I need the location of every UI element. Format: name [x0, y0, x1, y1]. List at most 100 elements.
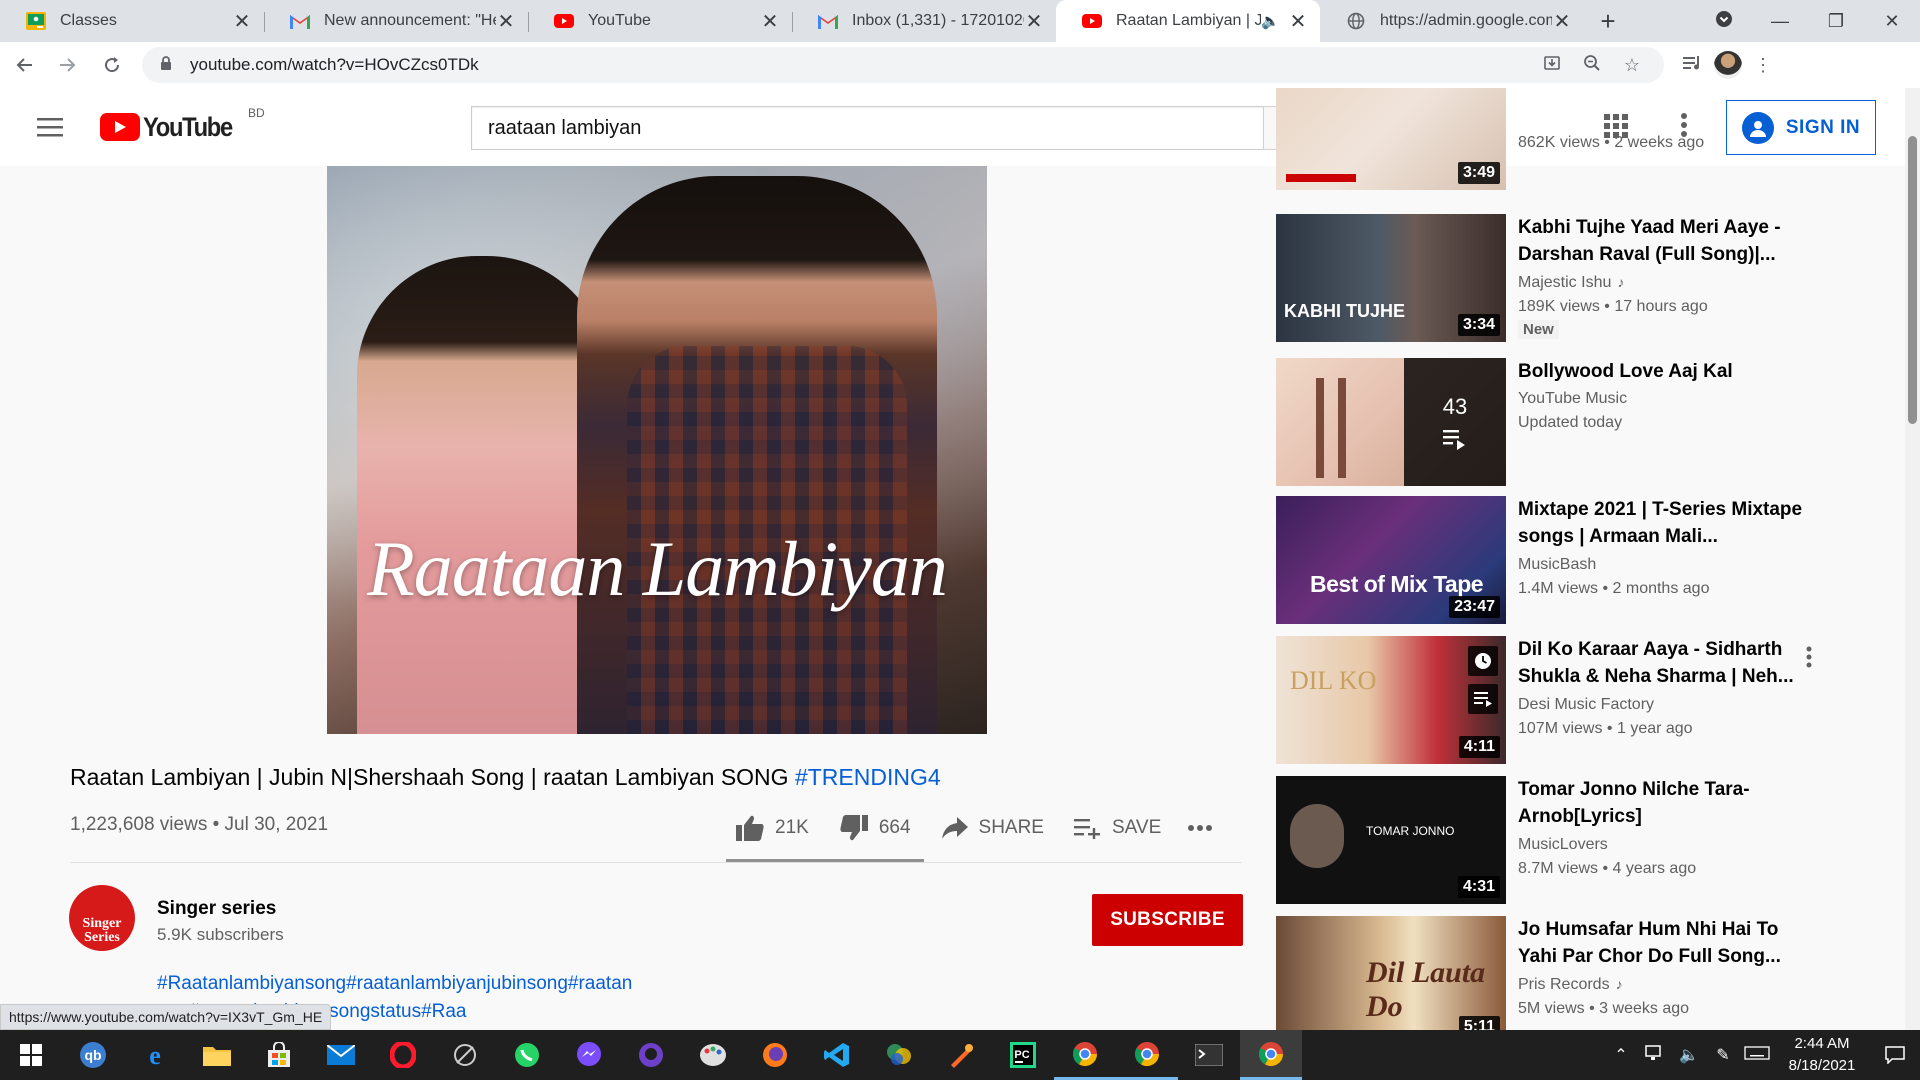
video-title[interactable]: Mixtape 2021 | T-Series Mixtape songs | …: [1518, 496, 1808, 550]
channel-name[interactable]: YouTube Music: [1518, 390, 1627, 408]
channel-name[interactable]: Majestic Ishu ♪: [1518, 274, 1624, 292]
recommendation-item[interactable]: Dil Lauta Do 5:11 Jo Humsafar Hum Nhi Ha…: [1276, 916, 1816, 1030]
video-thumbnail[interactable]: Dil Lauta Do 5:11: [1276, 916, 1506, 1030]
volume-icon[interactable]: 🔈: [1672, 1045, 1706, 1065]
subscribe-button[interactable]: SUBSCRIBE: [1092, 894, 1243, 946]
recommendation-item[interactable]: Best of Mix Tape 23:47 Mixtape 2021 | T-…: [1276, 496, 1816, 624]
channel-name[interactable]: Singer series: [157, 898, 276, 920]
file-explorer-icon[interactable]: [186, 1030, 248, 1080]
mail-icon[interactable]: [310, 1030, 372, 1080]
scrollbar-thumb[interactable]: [1908, 136, 1917, 424]
page-scrollbar[interactable]: [1905, 88, 1920, 1030]
recommendation-item[interactable]: 43 Bollywood Love Aaj Kal YouTube Music …: [1276, 358, 1816, 486]
color-app-icon[interactable]: [868, 1030, 930, 1080]
notes-app-icon[interactable]: [930, 1030, 992, 1080]
tab-announcement[interactable]: New announcement: "Here ✕: [264, 0, 528, 42]
profile-avatar[interactable]: [1714, 51, 1742, 79]
pycharm-icon[interactable]: PC: [992, 1030, 1054, 1080]
github-icon[interactable]: [620, 1030, 682, 1080]
paint-icon[interactable]: [682, 1030, 744, 1080]
video-title[interactable]: Dil Ko Karaar Aaya - Sidharth Shukla & N…: [1518, 636, 1808, 690]
video-player[interactable]: Raataan Lambiyan: [327, 166, 987, 734]
close-tab-icon[interactable]: ✕: [496, 9, 516, 34]
close-tab-icon[interactable]: ✕: [760, 9, 780, 34]
channel-name[interactable]: MusicBash: [1518, 556, 1596, 574]
add-to-queue-icon[interactable]: [1468, 684, 1498, 714]
network-icon[interactable]: [1638, 1044, 1672, 1066]
channel-name[interactable]: Desi Music Factory: [1518, 696, 1654, 714]
chrome-menu-icon[interactable]: ⋮: [1742, 55, 1784, 76]
close-tab-icon[interactable]: ✕: [232, 9, 252, 34]
close-tab-icon[interactable]: ✕: [1288, 9, 1308, 34]
hamburger-menu-icon[interactable]: [0, 117, 100, 137]
zoom-icon[interactable]: [1572, 54, 1612, 77]
description-hashtags[interactable]: #Raatanlambiyansong#raatanlambiyanjubins…: [157, 973, 632, 995]
playlist-title[interactable]: Bollywood Love Aaj Kal: [1518, 358, 1808, 385]
taskbar-clock[interactable]: 2:44 AM 8/18/2021: [1774, 1033, 1870, 1077]
save-button[interactable]: SAVE: [1073, 817, 1161, 839]
address-bar[interactable]: youtube.com/watch?v=HOvCZcs0TDk ☆: [142, 47, 1664, 83]
vscode-icon[interactable]: [806, 1030, 868, 1080]
reload-icon[interactable]: [92, 45, 132, 85]
new-tab-button[interactable]: +: [1584, 0, 1632, 42]
video-thumbnail[interactable]: 3:49: [1276, 88, 1506, 190]
qbittorrent-icon[interactable]: qb: [62, 1030, 124, 1080]
tab-youtube[interactable]: YouTube ✕: [528, 0, 792, 42]
chrome-active-icon[interactable]: [1240, 1030, 1302, 1080]
video-title[interactable]: Tomar Jonno Nilche Tara- Arnob[Lyrics]: [1518, 776, 1808, 830]
recommendation-item[interactable]: KABHI TUJHE 3:34 Kabhi Tujhe Yaad Meri A…: [1276, 214, 1816, 342]
minimize-icon[interactable]: —: [1752, 11, 1808, 32]
close-window-icon[interactable]: ✕: [1864, 11, 1920, 32]
dislike-button[interactable]: 664: [839, 814, 911, 842]
recommendation-item[interactable]: 3:49 862K views • 2 weeks ago: [1276, 88, 1816, 190]
close-tab-icon[interactable]: ✕: [1024, 9, 1044, 34]
share-button[interactable]: SHARE: [941, 816, 1044, 840]
video-title[interactable]: Jo Humsafar Hum Nhi Hai To Yahi Par Chor…: [1518, 916, 1808, 970]
keyboard-icon[interactable]: [1740, 1045, 1774, 1065]
windows-start-icon[interactable]: [0, 1030, 62, 1080]
video-thumbnail[interactable]: Best of Mix Tape 23:47: [1276, 496, 1506, 624]
chrome-icon[interactable]: [1116, 1030, 1178, 1080]
url-text[interactable]: youtube.com/watch?v=HOvCZcs0TDk: [180, 55, 1532, 75]
notification-center-icon[interactable]: [1870, 1046, 1920, 1064]
close-tab-icon[interactable]: ✕: [1552, 9, 1572, 34]
video-thumbnail[interactable]: DIL KO 4:11: [1276, 636, 1506, 764]
watch-later-icon[interactable]: [1468, 646, 1498, 676]
tab-google-admin[interactable]: https://admin.google.com/a ✕: [1320, 0, 1584, 42]
pen-icon[interactable]: ✎: [1706, 1045, 1740, 1065]
media-control-icon[interactable]: [1672, 55, 1714, 76]
speaker-icon[interactable]: 🔈: [1261, 12, 1280, 30]
tab-classes[interactable]: Classes ✕: [0, 0, 264, 42]
recommendation-item[interactable]: TOMAR JONNO 4:31 Tomar Jonno Nilche Tara…: [1276, 776, 1816, 904]
forward-arrow-icon[interactable]: [48, 45, 88, 85]
playlist-thumbnail[interactable]: 43: [1276, 358, 1506, 486]
hashtag-link[interactable]: #TRENDING4: [795, 764, 941, 790]
back-arrow-icon[interactable]: [4, 45, 44, 85]
youtube-logo[interactable]: YouTube BD: [100, 106, 265, 143]
store-icon[interactable]: [248, 1030, 310, 1080]
opera-icon[interactable]: [372, 1030, 434, 1080]
channel-avatar[interactable]: Singer Series: [69, 885, 135, 951]
install-app-icon[interactable]: [1532, 54, 1572, 77]
tab-search-icon[interactable]: [1696, 10, 1752, 33]
tab-raatan-lambiyan[interactable]: Raatan Lambiyan | Jubi 🔈 ✕: [1056, 0, 1320, 42]
firefox-icon[interactable]: [744, 1030, 806, 1080]
whatsapp-icon[interactable]: [496, 1030, 558, 1080]
tab-inbox[interactable]: Inbox (1,331) - 17201026@ ✕: [792, 0, 1056, 42]
channel-name[interactable]: MusicLovers: [1518, 836, 1608, 854]
edge-icon[interactable]: e: [124, 1030, 186, 1080]
restore-icon[interactable]: ❐: [1808, 11, 1864, 32]
chrome-profile-icon[interactable]: [1054, 1030, 1116, 1080]
video-title[interactable]: Kabhi Tujhe Yaad Meri Aaye - Darshan Rav…: [1518, 214, 1808, 268]
more-actions-icon[interactable]: [1187, 824, 1223, 832]
chevron-up-icon[interactable]: ⌃: [1604, 1045, 1638, 1065]
bookmark-star-icon[interactable]: ☆: [1612, 55, 1652, 76]
channel-name[interactable]: Pris Records ♪: [1518, 976, 1623, 994]
like-button[interactable]: 21K: [735, 814, 809, 842]
lock-icon[interactable]: [160, 56, 180, 74]
search-input[interactable]: raataan lambiyan: [471, 106, 1263, 150]
video-thumbnail[interactable]: TOMAR JONNO 4:31: [1276, 776, 1506, 904]
item-menu-icon[interactable]: [1806, 646, 1812, 673]
satellite-app-icon[interactable]: [434, 1030, 496, 1080]
recommendation-item[interactable]: DIL KO 4:11 Dil Ko Karaar Aaya - Sidhart…: [1276, 636, 1816, 764]
